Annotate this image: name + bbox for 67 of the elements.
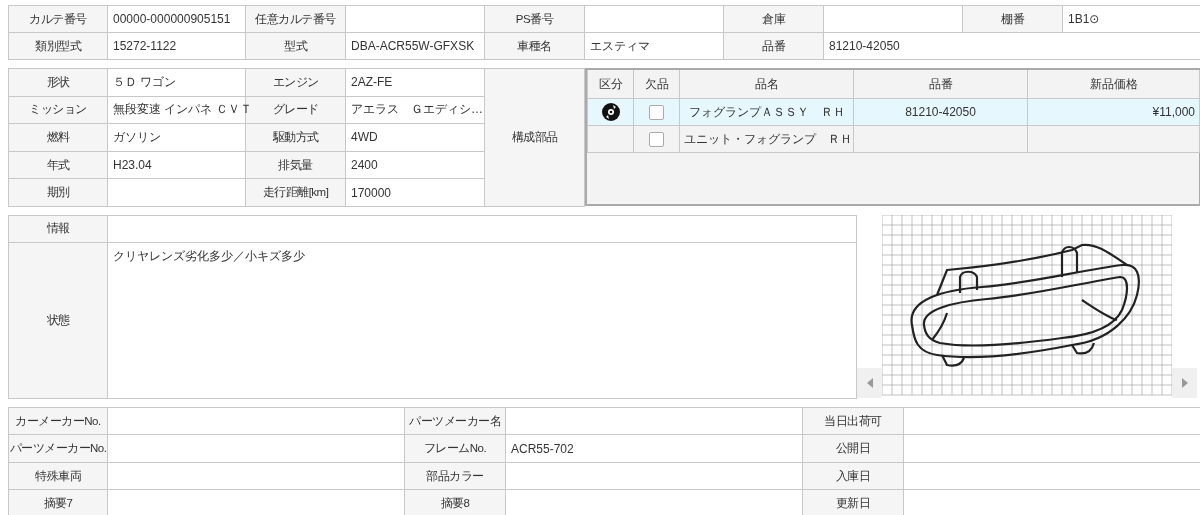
caret-right-icon (1181, 377, 1188, 388)
field-label: 入庫日 (802, 462, 904, 490)
field-label: 類別型式 (8, 32, 108, 60)
missing-checkbox[interactable] (649, 104, 664, 120)
column-header: 品名 (679, 70, 854, 99)
field-value: 4WD (345, 123, 485, 152)
field-value: 15272-1122 (107, 32, 246, 60)
column-header: 品番 (853, 70, 1028, 99)
field-label: カルテ番号 (8, 5, 108, 33)
field-label: ミッション (8, 96, 108, 124)
field-value: アエラス Ｇエディシ… (345, 96, 485, 124)
field-label: 公開日 (802, 434, 904, 463)
column-header: 欠品 (633, 70, 680, 99)
field-label: 任意カルテ番号 (245, 5, 346, 33)
missing-checkbox[interactable] (649, 131, 664, 147)
part-price: ¥11,000 (1027, 98, 1200, 126)
field-label: 摘要8 (404, 489, 506, 515)
field-label: 走行距離[km] (245, 178, 346, 207)
part-name: フォグランプＡＳＳＹ ＲＨ (679, 98, 854, 126)
field-value: DBA-ACR55W-GFXSK (345, 32, 485, 60)
field-label: 摘要7 (8, 489, 108, 515)
parts-row-cell[interactable] (587, 125, 634, 153)
field-label: PS番号 (484, 5, 585, 33)
field-label: 形状 (8, 68, 108, 97)
field-label: 倉庫 (723, 5, 824, 33)
field-label: エンジン (245, 68, 346, 97)
part-name: ユニット・フォグランプ ＲＨ (679, 125, 854, 153)
field-label: 情報 (8, 215, 108, 243)
field-label: 排気量 (245, 151, 346, 179)
field-label: 部品カラー (404, 462, 506, 490)
field-value: 2AZ-FE (345, 68, 485, 97)
field-value: クリヤレンズ劣化多少／小キズ多少 (107, 242, 857, 399)
field-label: 燃料 (8, 123, 108, 152)
parts-row-cell[interactable] (587, 98, 634, 126)
field-label: パーツメーカー名 (404, 407, 506, 435)
disc-icon (601, 103, 620, 121)
field-label: 年式 (8, 151, 108, 179)
field-label: カーメーカーNo. (8, 407, 108, 435)
part-number: 81210-42050 (853, 98, 1028, 126)
field-value: ACR55-702 (505, 434, 803, 463)
field-label: 棚番 (962, 5, 1063, 33)
column-header: 区分 (587, 70, 634, 99)
scroll-right-button[interactable] (1172, 367, 1198, 398)
field-value: エスティマ (584, 32, 724, 60)
field-label: フレームNo. (404, 434, 506, 463)
field-value: ５Ｄ ワゴン (107, 68, 246, 97)
field-label: 特殊車両 (8, 462, 108, 490)
field-label: 品番 (723, 32, 824, 60)
caret-left-icon (866, 377, 873, 388)
field-label: 駆動方式 (245, 123, 346, 152)
field-value: 1B1⊙ (1062, 5, 1200, 33)
field-value: 170000 (345, 178, 485, 207)
field-label: 車種名 (484, 32, 585, 60)
field-label: 構成部品 (484, 68, 585, 207)
field-label: 当日出荷可 (802, 407, 904, 435)
field-label: 状態 (8, 242, 108, 399)
field-label: パーツメーカーNo. (8, 434, 108, 463)
field-value: 81210-42050 (823, 32, 1200, 60)
field-label: 型式 (245, 32, 346, 60)
field-label: 期別 (8, 178, 108, 207)
column-header: 新品価格 (1027, 70, 1200, 99)
scroll-left-button[interactable] (857, 367, 883, 398)
field-value: 2400 (345, 151, 485, 179)
field-value: ガソリン (107, 123, 246, 152)
field-label: 更新日 (802, 489, 904, 515)
field-value: H23.04 (107, 151, 246, 179)
field-value: 00000-000000905151 (107, 5, 246, 33)
